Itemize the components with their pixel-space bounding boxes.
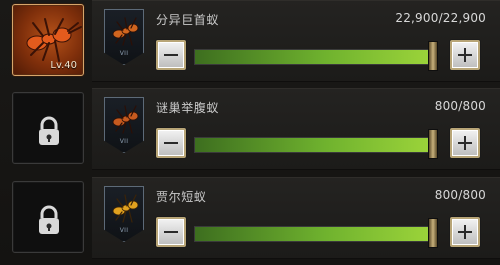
- unit-slot-locked[interactable]: [12, 92, 84, 164]
- ant-allocation-panel: Lv.40 VII 分异巨首蚁 22,900/22,900 VII 谜巢举腹蚁 …: [0, 0, 500, 265]
- allocation-slider[interactable]: [194, 49, 432, 65]
- unit-card[interactable]: VII: [104, 186, 144, 242]
- increase-button[interactable]: [450, 128, 480, 158]
- unit-name: 谜巢举腹蚁: [156, 101, 220, 115]
- minus-icon: [164, 142, 178, 144]
- unit-panel: VII 谜巢举腹蚁 800/800: [92, 88, 500, 170]
- increase-button[interactable]: [450, 40, 480, 70]
- allocation-slider[interactable]: [194, 226, 432, 242]
- plus-icon: [458, 225, 472, 239]
- level-badge: Lv.40: [50, 60, 77, 71]
- lock-icon: [39, 116, 59, 145]
- unit-count: 22,900/22,900: [395, 11, 486, 25]
- ant-icon: [112, 194, 139, 223]
- unit-count: 800/800: [434, 99, 486, 113]
- unit-slot-locked[interactable]: [12, 181, 84, 253]
- decrease-button[interactable]: [156, 40, 186, 70]
- slider-fill: [195, 227, 431, 241]
- lock-icon: [39, 205, 59, 234]
- slider-fill: [195, 50, 431, 64]
- decrease-button[interactable]: [156, 128, 186, 158]
- ant-icon: [112, 17, 139, 46]
- unit-card[interactable]: VII: [104, 9, 144, 65]
- card-grade: VII: [119, 138, 129, 145]
- card-grade: VII: [119, 227, 129, 234]
- unit-count: 800/800: [434, 188, 486, 202]
- slider-handle[interactable]: [428, 129, 438, 159]
- plus-icon: [458, 136, 472, 150]
- allocation-slider[interactable]: [194, 137, 432, 153]
- ant-icon: [112, 105, 139, 134]
- decrease-button[interactable]: [156, 217, 186, 247]
- minus-icon: [164, 54, 178, 56]
- minus-icon: [164, 231, 178, 233]
- ant-row: Lv.40 VII 分异巨首蚁 22,900/22,900: [0, 0, 500, 88]
- plus-icon: [458, 48, 472, 62]
- unit-panel: VII 分异巨首蚁 22,900/22,900: [92, 0, 500, 82]
- card-grade: VII: [119, 50, 129, 57]
- ant-row: VII 贾尔短蚁 800/800: [0, 177, 500, 265]
- unit-name: 贾尔短蚁: [156, 190, 207, 204]
- ant-row: VII 谜巢举腹蚁 800/800: [0, 88, 500, 176]
- unit-slot-active[interactable]: Lv.40: [12, 4, 84, 76]
- slider-handle[interactable]: [428, 218, 438, 248]
- slider-handle[interactable]: [428, 41, 438, 71]
- unit-panel: VII 贾尔短蚁 800/800: [92, 177, 500, 259]
- unit-card[interactable]: VII: [104, 97, 144, 153]
- unit-name: 分异巨首蚁: [156, 13, 220, 27]
- slider-fill: [195, 138, 431, 152]
- increase-button[interactable]: [450, 217, 480, 247]
